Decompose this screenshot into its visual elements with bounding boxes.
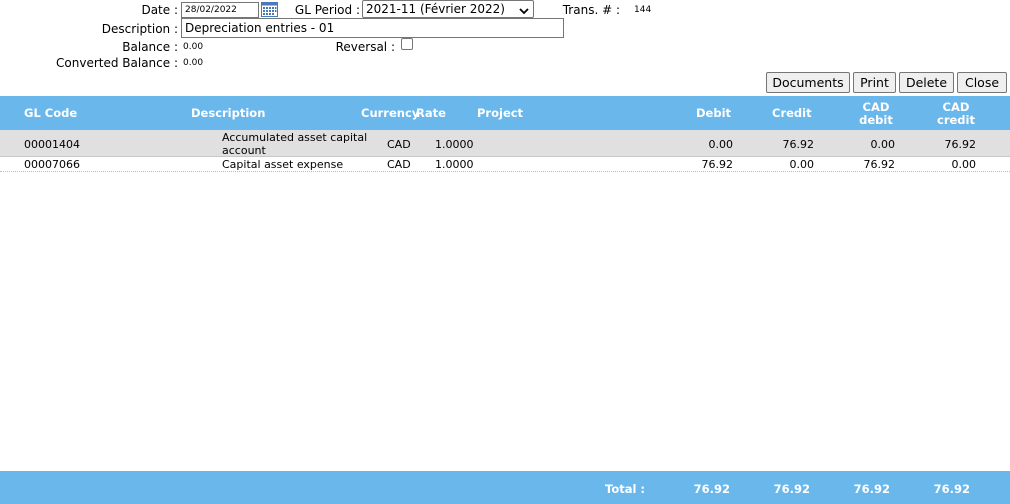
chevron-down-icon xyxy=(519,4,529,15)
row-description-line2: account xyxy=(222,144,266,157)
header-gl-code[interactable]: GL Code xyxy=(24,107,77,120)
totals-bar: Total : 76.92 76.92 76.92 76.92 xyxy=(0,471,1010,504)
trans-label: Trans. # : xyxy=(562,3,620,17)
header-credit[interactable]: Credit xyxy=(772,107,812,120)
total-label: Total : xyxy=(605,482,646,496)
row-debit: 76.92 xyxy=(701,158,734,171)
header-cad-debit[interactable]: CAD debit xyxy=(840,101,912,127)
gl-period-selected-value: 2021-11 (Février 2022) xyxy=(366,2,505,16)
row-description: Accumulated asset capital account xyxy=(222,131,367,157)
gl-period-label: GL Period : xyxy=(294,3,360,17)
row-cad-debit: 76.92 xyxy=(863,158,896,171)
total-cad-debit: 76.92 xyxy=(853,482,890,496)
delete-button[interactable]: Delete xyxy=(899,72,954,93)
calendar-icon[interactable] xyxy=(261,1,278,17)
reversal-label: Reversal : xyxy=(335,40,395,54)
close-button[interactable]: Close xyxy=(957,72,1007,93)
row-description-line1: Accumulated asset capital xyxy=(222,131,368,144)
header-cad-credit-line2: credit xyxy=(937,113,975,127)
row-currency: CAD xyxy=(387,138,411,151)
row-cad-credit: 0.00 xyxy=(951,158,977,171)
documents-button[interactable]: Documents xyxy=(766,72,850,93)
total-credit: 76.92 xyxy=(773,482,810,496)
row-credit: 76.92 xyxy=(782,138,815,151)
date-input[interactable] xyxy=(181,2,259,18)
header-project[interactable]: Project xyxy=(477,107,523,120)
row-cad-debit: 0.00 xyxy=(870,138,896,151)
print-button[interactable]: Print xyxy=(853,72,896,93)
row-debit: 0.00 xyxy=(708,138,734,151)
header-cad-credit-line1: CAD xyxy=(942,100,970,114)
header-debit[interactable]: Debit xyxy=(696,107,731,120)
gl-period-select[interactable]: 2021-11 (Février 2022) xyxy=(362,0,534,18)
header-rate[interactable]: Rate xyxy=(416,107,446,120)
reversal-checkbox[interactable] xyxy=(401,38,413,50)
description-input[interactable] xyxy=(181,18,564,38)
header-description[interactable]: Description xyxy=(191,107,265,120)
balance-value: 0.00 xyxy=(183,42,204,52)
total-debit: 76.92 xyxy=(693,482,730,496)
total-cad-credit: 76.92 xyxy=(933,482,970,496)
header-cad-debit-line2: debit xyxy=(859,113,893,127)
balance-label: Balance : xyxy=(122,40,178,54)
trans-value: 144 xyxy=(634,5,652,15)
row-description: Capital asset expense xyxy=(222,158,344,171)
table-row[interactable]: 00007066 Capital asset expense CAD 1.000… xyxy=(0,157,1010,172)
table-header: GL Code Description Currency Rate Projec… xyxy=(0,96,1010,130)
row-rate: 1.0000 xyxy=(435,138,474,151)
description-label: Description : xyxy=(101,22,178,36)
row-currency: CAD xyxy=(387,158,411,171)
row-credit: 0.00 xyxy=(789,158,815,171)
row-rate: 1.0000 xyxy=(435,158,474,171)
row-gl-code: 00001404 xyxy=(24,138,80,151)
row-gl-code: 00007066 xyxy=(24,158,80,171)
header-currency[interactable]: Currency xyxy=(361,107,419,120)
header-cad-credit[interactable]: CAD credit xyxy=(920,101,992,127)
date-label: Date : xyxy=(141,3,178,17)
header-cad-debit-line1: CAD xyxy=(862,100,890,114)
converted-balance-value: 0.00 xyxy=(183,58,204,68)
table-row[interactable]: 00001404 Accumulated asset capital accoun… xyxy=(0,130,1010,157)
converted-balance-label: Converted Balance : xyxy=(56,56,178,70)
row-cad-credit: 76.92 xyxy=(944,138,977,151)
